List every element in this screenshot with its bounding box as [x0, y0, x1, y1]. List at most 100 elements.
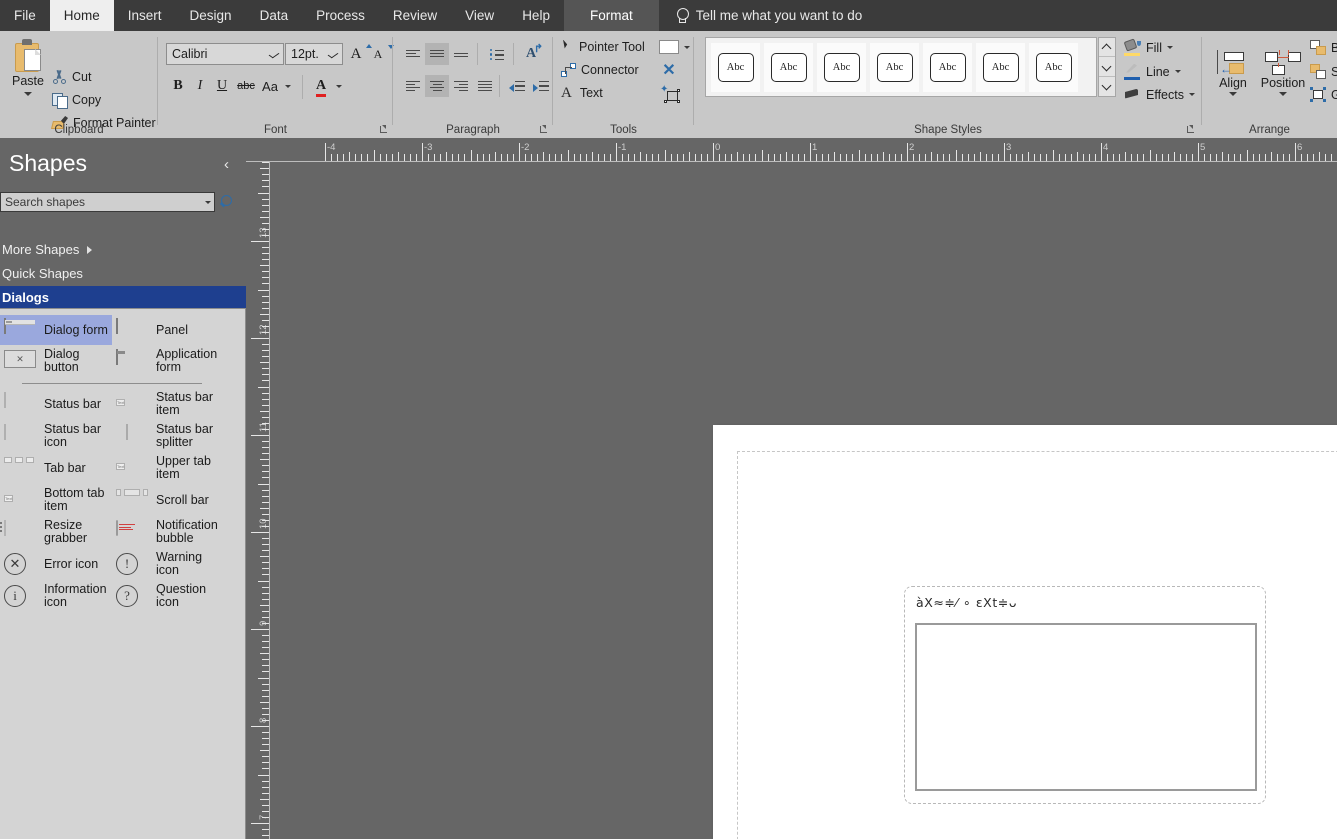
- change-case-caret[interactable]: [282, 79, 294, 93]
- strikethrough-button[interactable]: abc: [234, 75, 258, 97]
- paste-button[interactable]: Paste: [6, 36, 50, 118]
- fill-caret[interactable]: [1166, 46, 1173, 49]
- effects-button[interactable]: Effects: [1124, 84, 1195, 105]
- vertical-ruler[interactable]: 13121110987: [246, 162, 270, 839]
- tab-insert[interactable]: Insert: [114, 0, 176, 31]
- align-middle-button[interactable]: [425, 43, 449, 65]
- chevron-left-icon[interactable]: ‹: [224, 157, 238, 172]
- stencil-item-warning-icon[interactable]: ! Warning icon: [112, 548, 224, 580]
- shape-style-item[interactable]: Abc: [976, 42, 1025, 92]
- shape-styles-dialog-launcher[interactable]: [1186, 125, 1196, 135]
- font-color-caret[interactable]: [333, 79, 345, 93]
- copy-button[interactable]: Copy: [52, 90, 152, 109]
- more-shapes-row[interactable]: More Shapes: [0, 238, 246, 261]
- underline-button[interactable]: U: [212, 75, 232, 97]
- dialog-form-shape[interactable]: àX≈≑⁄ ∘ ɛXt≑ᴗ: [904, 586, 1266, 804]
- stencil-item-status-bar[interactable]: Status bar: [0, 388, 112, 420]
- effects-caret[interactable]: [1188, 93, 1195, 96]
- justify-button[interactable]: [473, 75, 497, 97]
- italic-button[interactable]: I: [190, 75, 210, 97]
- group-button[interactable]: Gro: [1310, 84, 1337, 105]
- stencil-item-resize-grabber[interactable]: Resize grabber: [0, 516, 112, 548]
- align-center-button[interactable]: [425, 75, 449, 97]
- tab-view[interactable]: View: [451, 0, 508, 31]
- stencil-item-scroll-bar[interactable]: Scroll bar: [112, 484, 224, 516]
- paragraph-dialog-launcher[interactable]: [539, 125, 549, 135]
- font-size-combo[interactable]: 12pt.: [285, 43, 343, 65]
- pointer-tool-button[interactable]: Pointer Tool: [561, 37, 657, 57]
- font-family-combo[interactable]: Calibri: [166, 43, 284, 65]
- stencil-item-dialog-form[interactable]: Dialog form: [0, 315, 112, 345]
- stencil-item-error-icon[interactable]: ✕ Error icon: [0, 548, 112, 580]
- shape-style-item[interactable]: Abc: [764, 42, 813, 92]
- magnifier-icon[interactable]: [218, 193, 236, 211]
- shape-style-item[interactable]: Abc: [923, 42, 972, 92]
- stencil-item-status-bar-icon[interactable]: Status bar icon: [0, 420, 112, 452]
- cut-button[interactable]: Cut: [52, 67, 152, 86]
- rectangle-tool-caret[interactable]: [681, 40, 693, 54]
- stencil-item-bottom-tab-item[interactable]: Text Bottom tab item: [0, 484, 112, 516]
- chevron-down-icon[interactable]: [328, 49, 339, 60]
- tell-me-box[interactable]: Tell me what you want to do: [659, 0, 862, 31]
- drawing-canvas[interactable]: àX≈≑⁄ ∘ ɛXt≑ᴗ: [270, 162, 1337, 839]
- tab-process[interactable]: Process: [302, 0, 379, 31]
- tab-review[interactable]: Review: [379, 0, 451, 31]
- stencil-item-status-bar-splitter[interactable]: Status bar splitter: [112, 420, 224, 452]
- gallery-scroll-up-button[interactable]: [1099, 38, 1115, 58]
- text-direction-button[interactable]: A: [519, 42, 543, 65]
- send-backward-button[interactable]: Sen: [1310, 61, 1337, 82]
- tab-help[interactable]: Help: [508, 0, 564, 31]
- stencil-item-status-bar-item[interactable]: Text Status bar item: [112, 388, 224, 420]
- shape-style-item[interactable]: Abc: [1029, 42, 1078, 92]
- align-top-button[interactable]: [401, 43, 425, 65]
- stencil-item-notification-bubble[interactable]: Notification bubble: [112, 516, 224, 548]
- bold-button[interactable]: B: [168, 75, 188, 97]
- bullets-button[interactable]: [485, 43, 509, 65]
- chevron-down-icon[interactable]: [269, 49, 280, 60]
- stencil-item-dialog-button[interactable]: ✕ Dialog button: [0, 345, 112, 377]
- search-dropdown-caret[interactable]: [205, 200, 212, 204]
- pointer-shape-button[interactable]: ✦: [657, 83, 681, 103]
- gallery-more-button[interactable]: [1099, 77, 1115, 96]
- tab-file[interactable]: File: [0, 0, 50, 31]
- line-button[interactable]: Line: [1124, 61, 1181, 82]
- paste-dropdown-caret[interactable]: [24, 92, 32, 96]
- stencil-item-tab-bar[interactable]: Tab bar: [0, 452, 112, 484]
- shape-style-item[interactable]: Abc: [711, 42, 760, 92]
- close-x-button[interactable]: ✕: [657, 60, 681, 80]
- search-shapes-input[interactable]: Search shapes: [0, 192, 216, 212]
- stencil-item-upper-tab-item[interactable]: Text Upper tab item: [112, 452, 224, 484]
- horizontal-ruler[interactable]: -4 -3 -2 -1 0 1 2 3 4 5 6: [246, 138, 1337, 162]
- increase-indent-button[interactable]: [529, 75, 553, 97]
- stencil-item-information-icon[interactable]: i Information icon: [0, 580, 112, 612]
- font-color-button[interactable]: A: [310, 75, 332, 97]
- tab-format[interactable]: Format: [563, 0, 659, 31]
- quick-shapes-row[interactable]: Quick Shapes: [0, 262, 246, 285]
- grow-font-button[interactable]: A: [346, 43, 372, 65]
- align-bottom-button[interactable]: [449, 43, 473, 65]
- align-caret[interactable]: [1229, 92, 1237, 96]
- shape-styles-scroll[interactable]: [1098, 37, 1116, 97]
- rectangle-tool-button[interactable]: [657, 38, 681, 56]
- tab-design[interactable]: Design: [176, 0, 246, 31]
- stencil-item-application-form[interactable]: Application form: [112, 345, 224, 377]
- align-right-button[interactable]: [449, 75, 473, 97]
- align-button[interactable]: ← Align: [1210, 37, 1256, 109]
- connector-button[interactable]: Connector: [561, 60, 657, 80]
- align-left-button[interactable]: [401, 75, 425, 97]
- font-dialog-launcher[interactable]: [379, 125, 389, 135]
- text-tool-button[interactable]: A Text: [561, 83, 657, 103]
- bring-forward-button[interactable]: Brin: [1310, 37, 1337, 58]
- stencil-item-question-icon[interactable]: ? Question icon: [112, 580, 224, 612]
- tab-data[interactable]: Data: [246, 0, 303, 31]
- shape-style-item[interactable]: Abc: [870, 42, 919, 92]
- shape-styles-gallery[interactable]: Abc Abc Abc Abc Abc Abc Abc: [705, 37, 1097, 97]
- shrink-font-button[interactable]: A: [368, 43, 394, 65]
- fill-button[interactable]: Fill: [1123, 37, 1173, 58]
- gallery-scroll-down-button[interactable]: [1099, 57, 1115, 77]
- dialog-shape-inner-panel[interactable]: [915, 623, 1257, 791]
- stencil-item-panel[interactable]: Panel: [112, 315, 224, 345]
- position-button[interactable]: Position: [1256, 37, 1310, 109]
- line-caret[interactable]: [1174, 70, 1181, 73]
- position-caret[interactable]: [1279, 92, 1287, 96]
